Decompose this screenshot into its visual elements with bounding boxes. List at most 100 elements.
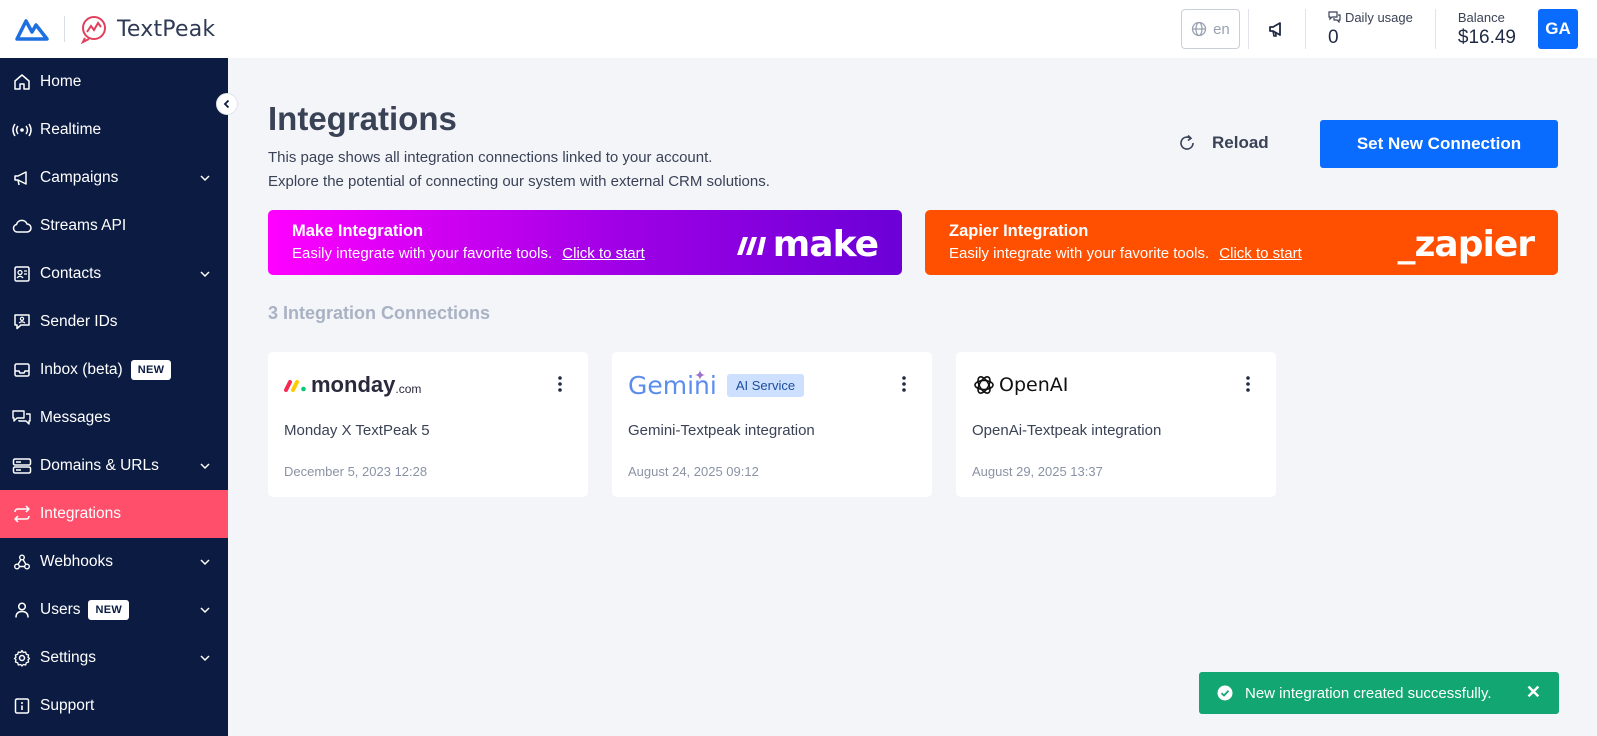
sidebar-item-support[interactable]: Support (0, 682, 228, 730)
monday-mark-icon (284, 380, 306, 392)
zapier-integration-banner[interactable]: Zapier Integration Easily integrate with… (925, 210, 1558, 275)
inbox-icon (12, 360, 32, 380)
sidebar-item-domains[interactable]: Domains & URLs (0, 442, 228, 490)
page-description: This page shows all integration connecti… (268, 146, 770, 194)
monday-logo-text: monday (311, 372, 396, 397)
chat-bubbles-icon (1328, 11, 1341, 23)
more-options-icon[interactable] (898, 374, 910, 394)
new-badge: NEW (130, 360, 172, 380)
sidebar-item-label: Messages (40, 409, 111, 426)
server-icon (12, 456, 32, 476)
sidebar-item-webhooks[interactable]: Webhooks (0, 538, 228, 586)
brand[interactable]: TextPeak (0, 0, 215, 58)
integration-card-monday[interactable]: monday .com Monday X TextPeak 5 December… (268, 352, 588, 497)
sidebar-item-sender-ids[interactable]: Sender IDs (0, 298, 228, 346)
messages-icon (12, 408, 32, 428)
description-line: This page shows all integration connecti… (268, 149, 713, 166)
connections-count-heading: 3 Integration Connections (268, 303, 491, 323)
check-circle-icon (1217, 685, 1233, 701)
toast-close-button[interactable]: ✕ (1526, 682, 1541, 703)
gemini-logo-text: Gemini (628, 370, 717, 400)
cloud-icon (12, 216, 32, 236)
ai-service-tag: AI Service (726, 373, 805, 397)
integration-card-gemini[interactable]: Gemini AI Service Gemini-Textpeak integr… (612, 352, 932, 497)
monday-logo: monday .com (284, 368, 421, 402)
success-toast: New integration created successfully. ✕ (1199, 672, 1559, 714)
integration-date: December 5, 2023 12:28 (284, 464, 428, 479)
sidebar-item-label: Contacts (40, 265, 102, 282)
arrows-exchange-icon (12, 504, 32, 524)
megaphone-icon (1269, 22, 1281, 37)
textpeak-logo-icon (80, 16, 106, 44)
home-icon (12, 72, 32, 92)
description-line: Explore the potential of connecting our … (268, 173, 770, 190)
sidebar-item-messages[interactable]: Messages (0, 394, 228, 442)
sidebar-item-contacts[interactable]: Contacts (0, 250, 228, 298)
sidebar-collapse-button[interactable] (216, 93, 238, 115)
sidebar-item-streams-api[interactable]: Streams API (0, 202, 228, 250)
more-options-icon[interactable] (554, 374, 566, 394)
announcements-button[interactable] (1249, 0, 1305, 58)
sidebar-item-home[interactable]: Home (0, 58, 228, 106)
more-options-icon[interactable] (1242, 374, 1254, 394)
balance-label: Balance (1457, 9, 1505, 25)
integration-name: OpenAi-Textpeak integration (972, 422, 1162, 439)
toast-message: New integration created successfully. (1245, 684, 1492, 702)
monday-logo-suffix: .com (395, 382, 422, 396)
daily-usage-value: 0 (1327, 26, 1339, 48)
integration-card-openai[interactable]: OpenAI OpenAi-Textpeak integration Augus… (956, 352, 1276, 497)
chevron-down-icon (200, 463, 210, 470)
chevron-down-icon (200, 655, 210, 662)
user-icon (12, 600, 32, 620)
sidebar-item-label: Webhooks (40, 553, 113, 570)
make-integration-banner[interactable]: Make Integration Easily integrate with y… (268, 210, 902, 275)
sidebar-item-campaigns[interactable]: Campaigns (0, 154, 228, 202)
sender-id-icon (12, 312, 32, 332)
zapier-logo-text: _zapier (1397, 224, 1535, 265)
support-icon (12, 696, 32, 716)
daily-usage: Daily usage 0 (1306, 0, 1435, 58)
sidebar-item-inbox[interactable]: Inbox (beta) NEW (0, 346, 228, 394)
sidebar-item-integrations[interactable]: Integrations (0, 490, 228, 538)
openai-logo: OpenAI (972, 368, 1068, 402)
make-logo: make (735, 224, 879, 265)
sidebar-item-label: Campaigns (40, 169, 119, 186)
promo-start-link[interactable]: Click to start (562, 245, 645, 262)
sidebar-item-label: Streams API (40, 217, 127, 234)
main-content: Integrations This page shows all integra… (228, 58, 1597, 736)
language-selector[interactable]: en (1180, 9, 1240, 49)
promo-start-link[interactable]: Click to start (1219, 245, 1302, 262)
user-avatar[interactable]: GA (1538, 9, 1578, 49)
chevron-down-icon (200, 175, 210, 182)
chevron-down-icon (200, 271, 210, 278)
sidebar-item-settings[interactable]: Settings (0, 634, 228, 682)
sidebar-item-users[interactable]: Users NEW (0, 586, 228, 634)
integration-name: Gemini-Textpeak integration (628, 422, 815, 439)
daily-usage-label: Daily usage (1344, 9, 1413, 25)
sidebar-item-label: Sender IDs (40, 313, 118, 330)
new-badge: NEW (88, 600, 130, 620)
integration-date: August 29, 2025 13:37 (972, 464, 1103, 479)
openai-mark-icon (974, 376, 994, 394)
globe-icon (1191, 21, 1207, 37)
make-mark-icon (736, 236, 766, 255)
broadcast-icon (12, 120, 32, 140)
integration-date: August 24, 2025 09:12 (628, 464, 759, 479)
megaphone-icon (12, 168, 32, 188)
chevron-down-icon (200, 607, 210, 614)
reload-button[interactable]: Reload (1178, 130, 1269, 156)
sidebar-item-realtime[interactable]: Realtime (0, 106, 228, 154)
make-logo-text: make (772, 224, 879, 265)
sidebar-item-label: Users (40, 601, 81, 618)
contact-card-icon (12, 264, 32, 284)
chevron-left-icon (223, 99, 230, 109)
integration-name: Monday X TextPeak 5 (284, 422, 430, 439)
zapier-logo: _zapier (1397, 224, 1535, 265)
sidebar-item-label: Domains & URLs (40, 457, 159, 474)
top-header: TextPeak en Daily usage 0 Balance $16.49… (0, 0, 1597, 58)
sidebar-item-label: Home (40, 73, 82, 90)
brand-divider (64, 16, 65, 42)
gear-icon (12, 648, 32, 668)
set-new-connection-button[interactable]: Set New Connection (1320, 120, 1558, 168)
promo-desc-text: Easily integrate with your favorite tool… (292, 245, 553, 262)
